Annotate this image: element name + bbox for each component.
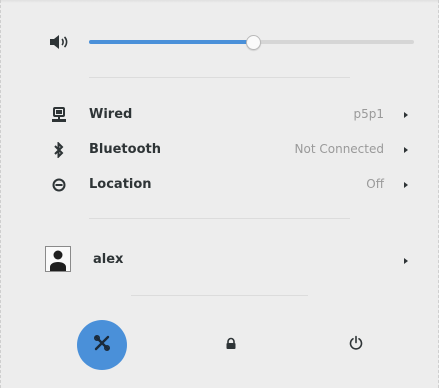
user-name: alex — [93, 252, 124, 267]
separator — [89, 218, 350, 219]
menu-item-label: Bluetooth — [89, 142, 161, 157]
menu-item-wired[interactable]: Wired p5p1 — [1, 100, 438, 130]
volume-slider-handle[interactable] — [245, 35, 261, 50]
volume-row — [49, 30, 414, 54]
power-button[interactable] — [331, 320, 381, 370]
menu-item-label: Location — [89, 177, 152, 192]
location-icon — [51, 176, 67, 194]
submenu-arrow-icon — [404, 182, 408, 188]
separator — [89, 77, 350, 78]
menu-item-label: Wired — [89, 107, 133, 122]
menu-item-value: Not Connected — [294, 142, 384, 156]
menu-item-value: p5p1 — [353, 107, 384, 121]
system-menu-panel: Wired p5p1 Bluetooth Not Connected Locat… — [0, 0, 439, 388]
network-wired-icon — [51, 106, 67, 124]
panel-top-edge — [1, 0, 438, 3]
menu-item-location[interactable]: Location Off — [1, 170, 438, 200]
menu-item-value: Off — [366, 177, 384, 191]
separator — [131, 295, 308, 296]
volume-slider-fill — [89, 40, 252, 44]
lock-icon — [224, 336, 238, 355]
avatar-icon — [45, 246, 71, 272]
power-icon — [348, 335, 364, 355]
submenu-arrow-icon — [404, 147, 408, 153]
settings-button[interactable] — [77, 320, 127, 370]
settings-icon — [93, 334, 111, 356]
submenu-arrow-icon — [404, 258, 408, 264]
menu-item-bluetooth[interactable]: Bluetooth Not Connected — [1, 135, 438, 165]
menu-item-user[interactable]: alex — [1, 244, 438, 278]
bluetooth-icon — [51, 141, 67, 159]
lock-button[interactable] — [206, 320, 256, 370]
submenu-arrow-icon — [404, 112, 408, 118]
volume-slider[interactable] — [89, 35, 414, 50]
speaker-icon[interactable] — [49, 34, 71, 50]
